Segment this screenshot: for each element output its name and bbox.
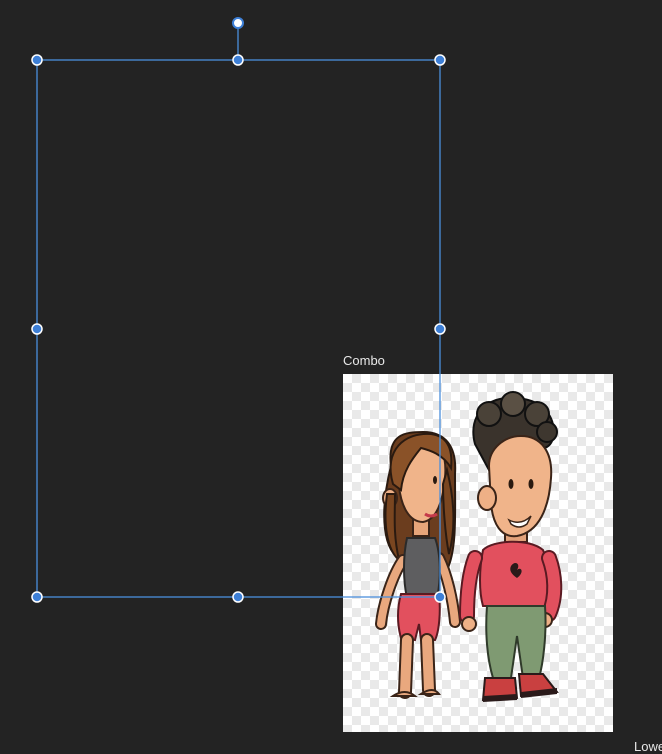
resize-handle-bottom-icon[interactable] [232, 591, 244, 603]
rotate-handle-icon[interactable] [232, 17, 244, 29]
combo-node-thumbnail[interactable] [343, 374, 613, 732]
character-illustration [375, 391, 563, 702]
resize-handle-right-icon[interactable] [434, 323, 446, 335]
lower-node-title: Lower [634, 739, 662, 754]
resize-handle-left-icon[interactable] [31, 323, 43, 335]
resize-handle-bottom-left-icon[interactable] [31, 591, 43, 603]
resize-handle-top-right-icon[interactable] [434, 54, 446, 66]
woman-figure [375, 430, 461, 699]
resize-handle-top-icon[interactable] [232, 54, 244, 66]
combo-node-title: Combo [343, 353, 385, 368]
node-canvas[interactable]: Combo Lowe [0, 0, 662, 754]
resize-handle-top-left-icon[interactable] [31, 54, 43, 66]
resize-handle-bottom-right-icon[interactable] [434, 591, 446, 603]
man-figure [459, 391, 563, 702]
